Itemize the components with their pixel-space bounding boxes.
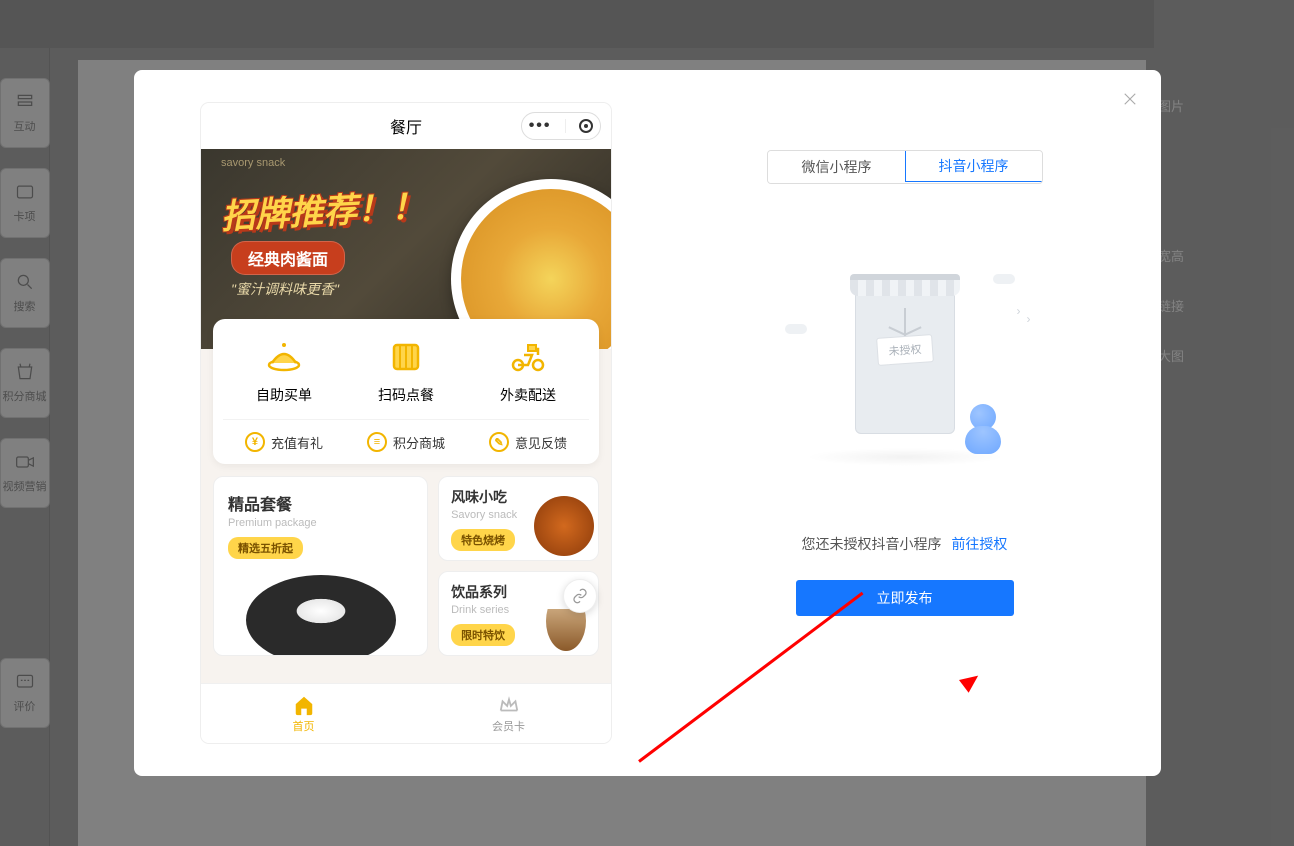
phone-preview: 餐厅 ••• savory snack 招牌推荐！！ 经典肉酱面 "蜜汁调料味更… [201, 103, 611, 743]
category-tag: 特色烧烤 [451, 529, 515, 551]
banner-subline: "蜜汁调料味更香" [231, 279, 339, 299]
link-icon [572, 588, 588, 604]
tab-label: 会员卡 [492, 718, 525, 734]
modal-overlay: 餐厅 ••• savory snack 招牌推荐！！ 经典肉酱面 "蜜汁调料味更… [0, 0, 1294, 846]
close-icon [1121, 90, 1139, 108]
close-button[interactable] [1121, 90, 1139, 108]
tab-wechat[interactable]: 微信小程序 [768, 151, 906, 183]
home-icon [293, 694, 315, 716]
preview-column: 餐厅 ••• savory snack 招牌推荐！！ 经典肉酱面 "蜜汁调料味更… [134, 70, 649, 776]
menu-points-mall[interactable]: ≡ 积分商城 [367, 432, 445, 452]
category-tag: 精选五折起 [228, 537, 303, 559]
menu-label: 扫码点餐 [378, 385, 434, 405]
menu-delivery[interactable]: 外卖配送 [500, 339, 556, 405]
publish-modal: 餐厅 ••• savory snack 招牌推荐！！ 经典肉酱面 "蜜汁调料味更… [134, 70, 1161, 776]
person-icon [963, 404, 1003, 454]
banner-headline: 招牌推荐！！ [220, 179, 426, 239]
capsule-button[interactable]: ••• [521, 112, 601, 140]
menu-label: 自助买单 [256, 385, 312, 405]
category-title: 精品套餐 [228, 491, 413, 515]
menu-feedback[interactable]: ✎ 意见反馈 [489, 432, 567, 452]
category-package[interactable]: 精品套餐 Premium package 精选五折起 [213, 476, 428, 656]
menu-scan-order[interactable]: 扫码点餐 [378, 339, 434, 405]
menu-label: 外卖配送 [500, 385, 556, 405]
tab-label: 首页 [293, 718, 315, 734]
phone-title: 餐厅 [390, 114, 422, 138]
tab-member[interactable]: 会员卡 [406, 684, 611, 743]
coins-icon: ≡ [367, 432, 387, 452]
banner-badge: 经典肉酱面 [231, 241, 345, 275]
menu-self-order[interactable]: 自助买单 [256, 339, 312, 405]
more-icon: ••• [529, 117, 552, 135]
food-image [246, 575, 396, 656]
auth-message: 您还未授权抖音小程序 前往授权 [802, 534, 1008, 554]
platform-tabs: 微信小程序 抖音小程序 [767, 150, 1043, 184]
tab-home[interactable]: 首页 [201, 684, 406, 743]
menu-card: 自助买单 扫码点餐 外卖配送 ¥充值有 [213, 319, 599, 464]
category-sub: Premium package [228, 517, 413, 529]
edit-icon: ✎ [489, 432, 509, 452]
yen-icon: ¥ [245, 432, 265, 452]
banner-small-text: savory snack [221, 157, 285, 169]
delivery-icon [510, 339, 546, 375]
menu-label: 积分商城 [393, 433, 445, 452]
target-icon [579, 119, 593, 133]
float-link-button[interactable] [563, 579, 597, 613]
phone-tabbar: 首页 会员卡 [201, 683, 611, 743]
phone-body: savory snack 招牌推荐！！ 经典肉酱面 "蜜汁调料味更香" 自助买单 [201, 149, 611, 683]
publish-panel: 微信小程序 抖音小程序 › › 未授权 您还未授权抖音小程序 前往授权 [649, 70, 1161, 776]
dish-icon [266, 339, 302, 375]
unauthorized-illustration: › › 未授权 [775, 264, 1035, 484]
auth-link[interactable]: 前往授权 [951, 536, 1007, 552]
category-row: 精品套餐 Premium package 精选五折起 风味小吃 Savory s… [213, 476, 599, 656]
crown-icon [498, 694, 520, 716]
sign-text: 未授权 [876, 334, 934, 366]
qr-icon [388, 339, 424, 375]
phone-header: 餐厅 ••• [201, 103, 611, 149]
publish-button[interactable]: 立即发布 [796, 580, 1014, 616]
menu-label: 意见反馈 [515, 433, 567, 452]
category-snack[interactable]: 风味小吃 Savory snack 特色烧烤 [438, 476, 599, 561]
tab-douyin[interactable]: 抖音小程序 [905, 150, 1043, 182]
food-image [534, 496, 594, 556]
menu-recharge[interactable]: ¥ 充值有礼 [245, 432, 323, 452]
menu-label: 充值有礼 [271, 433, 323, 452]
category-tag: 限时特饮 [451, 624, 515, 646]
